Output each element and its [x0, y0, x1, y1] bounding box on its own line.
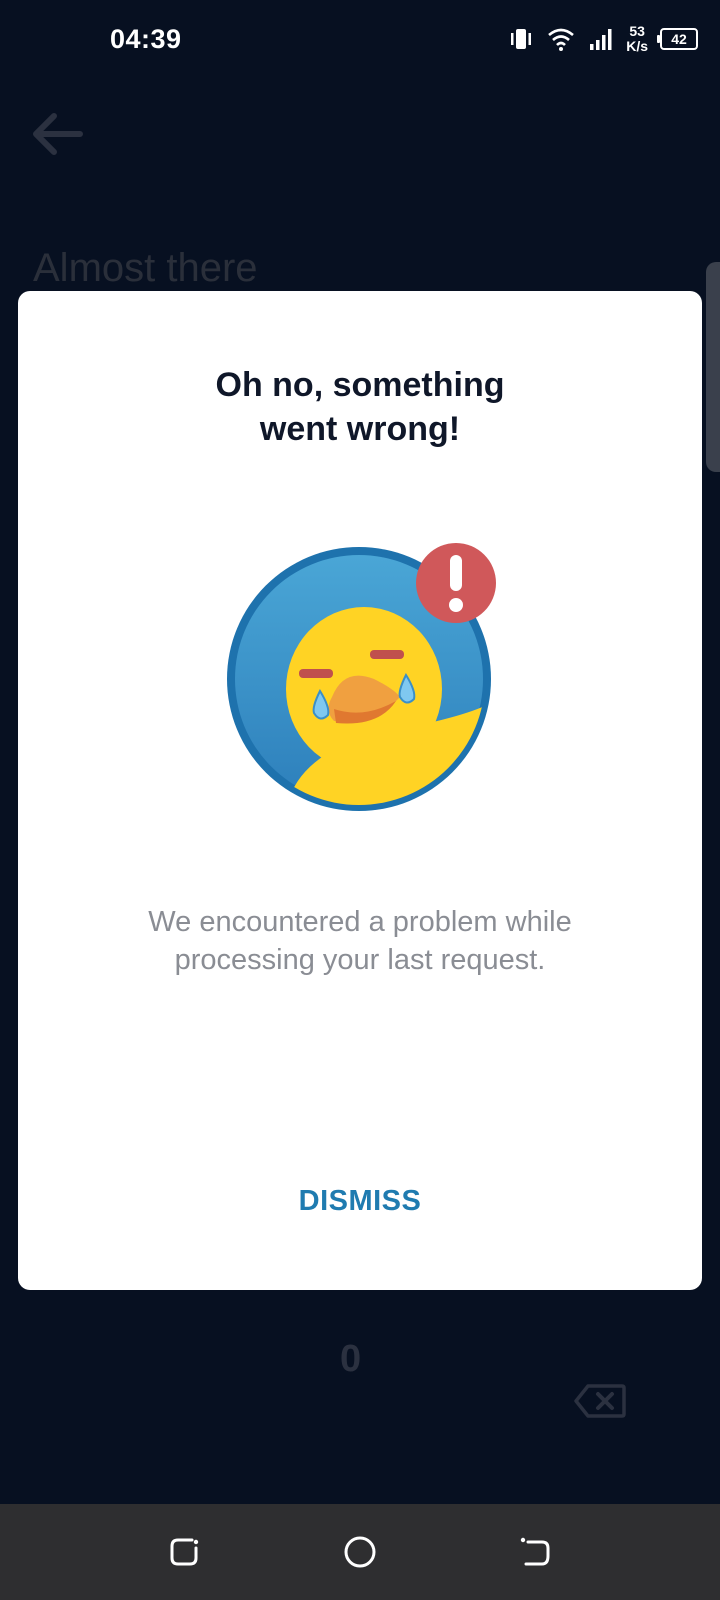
keypad-key-zero[interactable]: 0 — [340, 1338, 361, 1381]
dialog-title-line2: went wrong! — [259, 410, 461, 448]
status-icons: 53 K/s 42 — [508, 22, 698, 56]
battery-icon: 42 — [657, 28, 698, 50]
dialog-title: Oh no, something went wrong! — [18, 363, 702, 451]
wifi-icon — [548, 28, 575, 51]
battery-level: 42 — [671, 31, 687, 47]
dialog-message-line2: processing your last request. — [174, 944, 546, 976]
error-dialog: Oh no, something went wrong! We encounte… — [18, 291, 702, 1290]
dialog-message: We encountered a problem while processin… — [78, 903, 642, 979]
status-bar: 04:39 53 K/s 42 — [0, 0, 720, 80]
delete-key-icon[interactable] — [574, 1384, 626, 1418]
page-title: Almost there — [33, 246, 258, 290]
back-arrow-icon[interactable] — [30, 110, 84, 158]
crying-duck-illustration — [227, 543, 496, 811]
navigation-bar — [0, 1504, 720, 1600]
network-speed: 53 K/s — [626, 24, 648, 54]
status-time: 04:39 — [110, 24, 182, 54]
screen: 04:39 53 K/s 42 Almost there 0 Oh no, so… — [0, 0, 720, 1600]
network-speed-value: 53 — [629, 23, 645, 39]
network-speed-unit: K/s — [626, 38, 648, 54]
dialog-message-line1: We encountered a problem while — [148, 906, 572, 938]
side-scroll-handle[interactable] — [706, 262, 720, 472]
dialog-title-line1: Oh no, something — [215, 366, 505, 404]
signal-icon — [590, 29, 612, 50]
home-icon[interactable] — [342, 1534, 378, 1570]
recents-icon[interactable] — [166, 1534, 202, 1570]
back-icon[interactable] — [518, 1534, 554, 1570]
dismiss-button[interactable]: DISMISS — [260, 1171, 460, 1231]
vibrate-icon — [511, 29, 532, 49]
